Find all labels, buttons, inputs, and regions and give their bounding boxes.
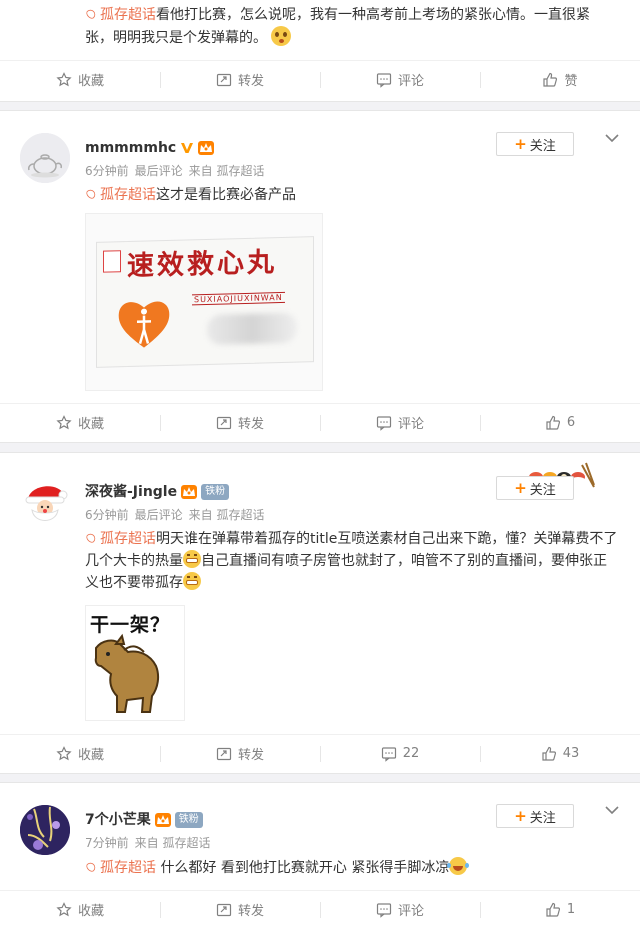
plus-icon: + — [514, 807, 527, 825]
emoji-laugh-tears-icon — [447, 857, 470, 875]
star-icon — [56, 745, 72, 760]
favorite-button[interactable]: 收藏 — [0, 404, 160, 441]
topic-icon — [85, 533, 97, 543]
topic-icon — [85, 189, 97, 199]
topic-icon — [85, 9, 97, 19]
post-image[interactable]: 干一架？ — [85, 605, 185, 721]
topic-link[interactable]: 孤存超话 — [85, 187, 156, 203]
medicine-box: 速效救心丸 SUXIAOJIUXINWAN — [96, 236, 314, 368]
verified-v-icon — [181, 143, 194, 153]
repost-button[interactable]: 转发 — [160, 404, 320, 441]
post-image[interactable]: 速效救心丸 SUXIAOJIUXINWAN — [85, 213, 323, 391]
thumbs-up-icon — [546, 415, 560, 430]
post-text: 孤存超话看他打比赛，怎么说呢，我有一种高考前上考场的紧张心情。一直很紧张，明明我… — [85, 7, 590, 46]
repost-button[interactable]: 转发 — [160, 735, 320, 772]
post-text: 孤存超话这才是看比赛必备产品 — [85, 184, 620, 206]
fan-badge: 铁粉 — [174, 812, 203, 828]
night-flower-avatar-image — [20, 805, 70, 855]
follow-button[interactable]: + 关注 — [496, 804, 574, 828]
action-bar: 收藏 转发 评论 1 — [0, 890, 640, 925]
action-bar: 收藏 转发 评论 赞 — [0, 60, 640, 98]
thumbs-up-icon — [546, 902, 560, 917]
comment-button[interactable]: 评论 — [320, 891, 480, 925]
comment-icon — [376, 415, 392, 431]
favorite-button[interactable]: 收藏 — [0, 61, 160, 98]
avatar[interactable] — [20, 477, 70, 527]
vip-crown-icon — [181, 485, 198, 499]
teapot-avatar-image — [20, 133, 70, 183]
vip-crown-icon — [198, 141, 215, 155]
comment-button[interactable]: 评论 — [320, 61, 480, 98]
like-button[interactable]: 1 — [480, 891, 640, 925]
post-card: 孤存超话看他打比赛，怎么说呢，我有一种高考前上考场的紧张心情。一直很紧张，明明我… — [0, 0, 640, 102]
topic-link[interactable]: 孤存超话 — [85, 7, 156, 23]
horse-meme-image — [94, 633, 160, 713]
repost-icon — [216, 73, 232, 86]
santa-avatar-image — [20, 477, 70, 527]
blurred-region — [207, 312, 297, 345]
medicine-title: 速效救心丸 — [127, 247, 277, 283]
fan-badge: 铁粉 — [201, 484, 230, 500]
post-meta: 7分钟前 来自 孤存超话 — [85, 836, 211, 850]
medicine-pinyin: SUXIAOJIUXINWAN — [192, 291, 285, 306]
post-time[interactable]: 6分钟前 — [85, 508, 129, 522]
favorite-button[interactable]: 收藏 — [0, 891, 160, 925]
post-time[interactable]: 6分钟前 — [85, 164, 129, 178]
post-time[interactable]: 7分钟前 — [85, 836, 129, 850]
comment-icon — [376, 902, 392, 918]
action-bar: 收藏 转发 22 43 — [0, 734, 640, 772]
plus-icon: + — [514, 135, 527, 153]
heart-logo — [115, 293, 173, 353]
plus-icon: + — [514, 479, 527, 497]
comment-button[interactable]: 22 — [320, 735, 480, 772]
favorite-button[interactable]: 收藏 — [0, 735, 160, 772]
comment-button[interactable]: 评论 — [320, 404, 480, 441]
star-icon — [56, 71, 72, 86]
post-card: 深夜酱-Jingle 铁粉 6分钟前 最后评论 来自 孤存超话 + 关注 孤存超话明天… — [0, 452, 640, 774]
thumbs-up-icon — [542, 746, 556, 761]
repost-button[interactable]: 转发 — [160, 61, 320, 98]
comment-icon — [376, 72, 392, 88]
emoji-grin-icon — [183, 550, 201, 568]
topic-link[interactable]: 孤存超话 — [85, 531, 156, 547]
like-button[interactable]: 赞 — [480, 61, 640, 98]
like-button[interactable]: 6 — [480, 404, 640, 441]
follow-button[interactable]: + 关注 — [496, 476, 574, 500]
star-icon — [56, 414, 72, 429]
post-text: 孤存超话 什么都好 看到他打比赛就开心 紧张得手脚冰凉 — [85, 857, 620, 879]
chevron-down-icon[interactable] — [604, 130, 620, 146]
chevron-down-icon[interactable] — [604, 802, 620, 818]
thumbs-up-icon — [543, 72, 558, 87]
username[interactable]: mmmmmhc — [85, 138, 215, 158]
emoji-shocked-icon — [271, 26, 292, 46]
action-bar: 收藏 转发 评论 6 — [0, 403, 640, 441]
avatar[interactable] — [20, 805, 70, 855]
username[interactable]: 深夜酱-Jingle 铁粉 — [85, 482, 230, 502]
like-button[interactable]: 43 — [480, 735, 640, 772]
post-text: 孤存超话明天谁在弹幕带着孤存的title互喷送素材自己出来下跪，懂？关弹幕费不了… — [85, 531, 618, 591]
post-meta: 6分钟前 最后评论 来自 孤存超话 — [85, 508, 265, 522]
avatar[interactable] — [20, 133, 70, 183]
repost-icon — [216, 747, 232, 760]
repost-icon — [216, 416, 232, 429]
comment-icon — [381, 746, 396, 762]
brand-logo — [103, 250, 121, 273]
post-card: 7个小芒果 铁粉 7分钟前 来自 孤存超话 + 关注 孤存超话 什么都好 看到他打比… — [0, 782, 640, 925]
vip-crown-icon — [154, 813, 171, 827]
post-card: mmmmmhc 6分钟前 最后评论 来自 孤存超话 + 关注 孤存超话这才是看比赛必备… — [0, 110, 640, 443]
repost-button[interactable]: 转发 — [160, 891, 320, 925]
repost-icon — [216, 903, 232, 916]
star-icon — [56, 901, 72, 916]
emoji-grin-icon — [183, 572, 201, 590]
topic-link[interactable]: 孤存超话 — [85, 860, 156, 876]
topic-icon — [85, 862, 97, 872]
follow-button[interactable]: + 关注 — [496, 132, 574, 156]
post-meta: 6分钟前 最后评论 来自 孤存超话 — [85, 164, 265, 178]
username[interactable]: 7个小芒果 铁粉 — [85, 810, 203, 830]
